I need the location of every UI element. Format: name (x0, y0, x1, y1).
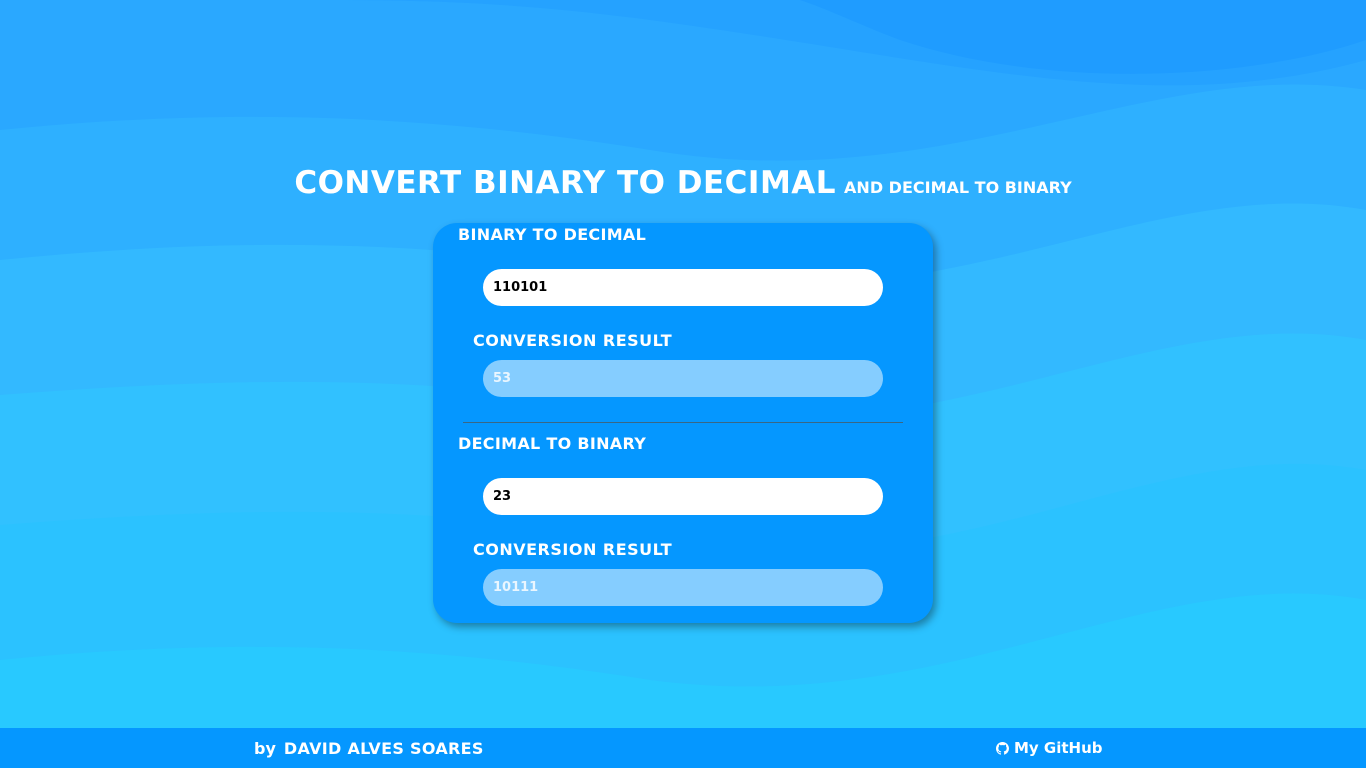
converter-card: BINARY TO DECIMAL 110101 CONVERSION RESU… (433, 223, 933, 623)
binary-to-decimal-result: 53 (483, 360, 883, 397)
github-icon (996, 741, 1009, 755)
footer-credit: by DAVID ALVES SOARES (254, 739, 484, 758)
decimal-input[interactable]: 23 (483, 478, 883, 515)
footer: by DAVID ALVES SOARES My GitHub (0, 728, 1366, 768)
decimal-to-binary-result-label: CONVERSION RESULT (473, 540, 673, 559)
binary-to-decimal-title: BINARY TO DECIMAL (458, 225, 647, 244)
footer-by-label: by (254, 739, 276, 758)
decimal-to-binary-title: DECIMAL TO BINARY (458, 434, 647, 453)
section-divider (463, 422, 903, 423)
binary-input[interactable]: 110101 (483, 269, 883, 306)
footer-author: DAVID ALVES SOARES (283, 739, 484, 758)
binary-to-decimal-result-label: CONVERSION RESULT (473, 331, 673, 350)
page-title-row: CONVERT BINARY TO DECIMAL AND DECIMAL TO … (0, 165, 1366, 201)
page-subtitle: AND DECIMAL TO BINARY (844, 178, 1072, 197)
page-title: CONVERT BINARY TO DECIMAL (294, 165, 837, 201)
github-label: My GitHub (1014, 739, 1103, 757)
decimal-to-binary-result: 10111 (483, 569, 883, 606)
github-link[interactable]: My GitHub (996, 739, 1103, 757)
